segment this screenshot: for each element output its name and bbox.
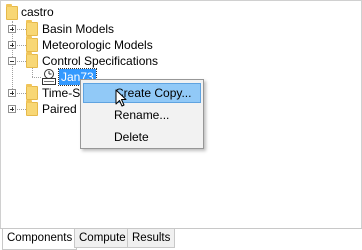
tree-item-label: Meteorologic Models: [42, 38, 153, 52]
tree-root-label: castro: [21, 5, 54, 19]
folder-icon: [26, 52, 38, 68]
context-menu: Create Copy... Rename... Delete: [80, 79, 204, 149]
expand-plus-icon[interactable]: [8, 89, 16, 97]
tab-compute[interactable]: Compute: [74, 229, 131, 248]
menu-item-create-copy[interactable]: Create Copy...: [83, 83, 201, 103]
expand-plus-icon[interactable]: [8, 41, 16, 49]
folder-icon: [26, 84, 38, 100]
menu-item-rename[interactable]: Rename...: [83, 105, 201, 125]
tree-root-castro[interactable]: castro: [1, 4, 201, 20]
tree-item-basin-models[interactable]: Basin Models: [1, 20, 201, 37]
tree-item-label: Control Specifications: [42, 54, 159, 68]
expand-plus-icon[interactable]: [8, 25, 16, 33]
folder-icon: [6, 4, 18, 20]
folder-icon: [26, 100, 38, 116]
control-spec-icon: [42, 69, 56, 85]
menu-item-delete[interactable]: Delete: [83, 127, 201, 147]
tree-item-control-specifications[interactable]: Control Specifications: [1, 52, 201, 69]
tree-item-meteorologic-models[interactable]: Meteorologic Models: [1, 36, 201, 53]
tree-item-label: Basin Models: [42, 22, 115, 36]
tab-components[interactable]: Components: [2, 229, 78, 250]
folder-icon: [26, 36, 38, 52]
collapse-minus-icon[interactable]: [8, 57, 16, 65]
mouse-cursor-icon: [115, 89, 127, 107]
bottom-tab-bar: Components Compute Results: [0, 228, 362, 250]
tab-results[interactable]: Results: [127, 229, 176, 248]
expand-plus-icon[interactable]: [8, 105, 16, 113]
folder-icon: [26, 20, 38, 36]
watershed-explorer-window: castro Basin Models Meteorologic Models …: [0, 0, 362, 250]
